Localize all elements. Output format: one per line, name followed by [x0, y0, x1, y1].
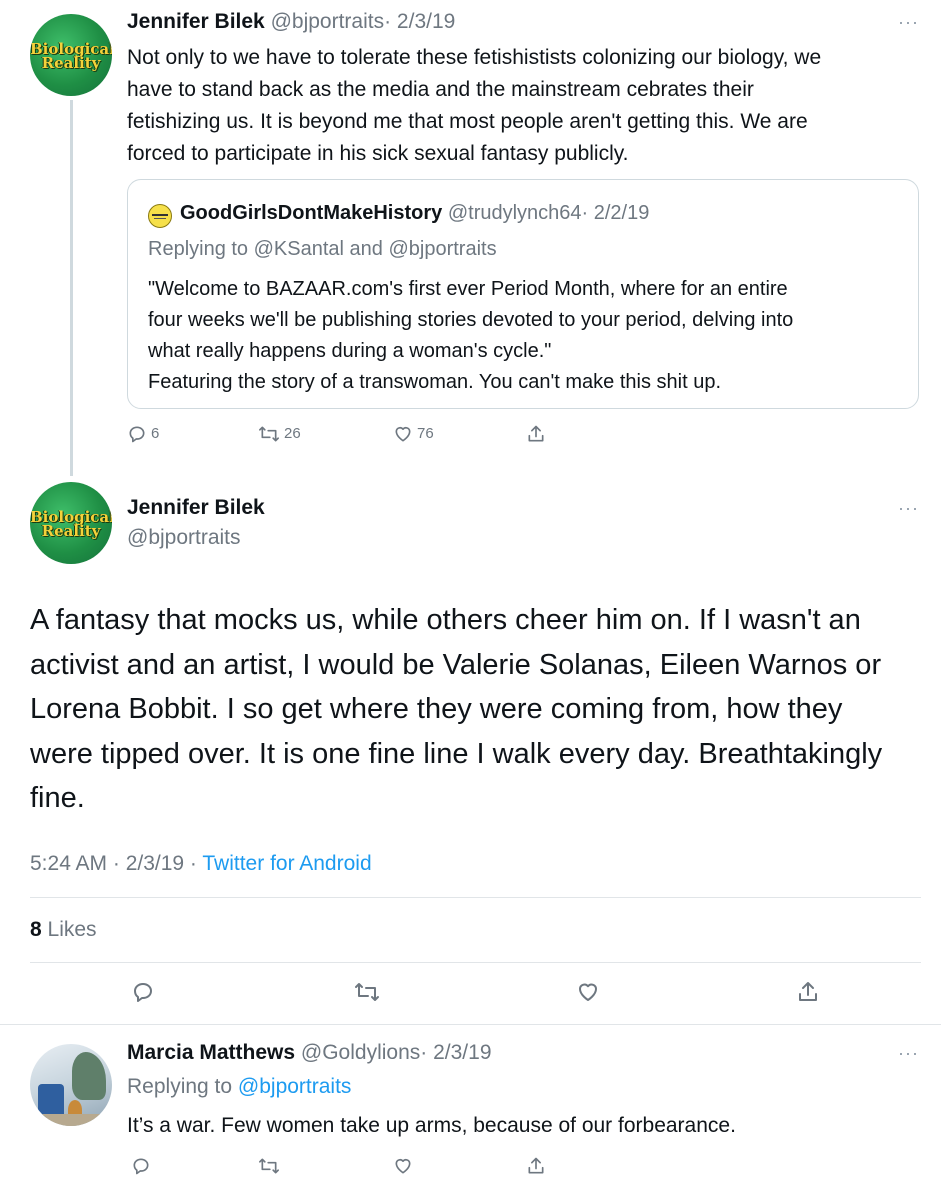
reply-icon — [133, 1158, 149, 1175]
tweet-text-line: were tipped over. It is one fine line I … — [30, 737, 883, 770]
tweet-header: Jennifer Bilek @bjportraits· 2/3/19 — [127, 10, 455, 34]
retweet-icon — [355, 983, 379, 1001]
author-name[interactable]: Jennifer Bilek — [127, 496, 265, 520]
share-icon — [799, 982, 817, 1001]
tweet-text-line: fine. — [30, 782, 85, 814]
likes-count: 8 — [30, 918, 42, 941]
quote-replying-to: Replying to @KSantal and @bjportraits — [148, 238, 497, 261]
like-action[interactable]: 76 — [393, 424, 434, 448]
author-handle[interactable]: @bjportraits — [271, 10, 385, 33]
quote-header: GoodGirlsDontMakeHistory @trudylynch64· … — [180, 202, 649, 225]
tweet-text-line: have to stand back as the media and the … — [127, 78, 754, 101]
tweet-text-line: activist and an artist, I would be Valer… — [30, 648, 882, 681]
author-handle[interactable]: @Goldylions — [301, 1041, 420, 1064]
quote-text: "Welcome to BAZAAR.com's first ever Peri… — [148, 274, 908, 398]
share-action[interactable] — [796, 980, 820, 1009]
tweet-text: Not only to we have to tolerate these fe… — [127, 42, 917, 170]
quote-tweet-card[interactable]: GoodGirlsDontMakeHistory @trudylynch64· … — [127, 179, 919, 409]
tweet-text-line: fetishizing us. It is beyond me that mos… — [127, 110, 808, 133]
reply-action[interactable] — [131, 980, 155, 1009]
reply-action[interactable] — [131, 1156, 151, 1181]
tweet-timestamp: 5:24 AM · 2/3/19 · — [30, 852, 203, 875]
tweet-text-line: A fantasy that mocks us, while others ch… — [30, 604, 861, 636]
reply-icon — [134, 983, 152, 1002]
like-action[interactable] — [393, 1156, 413, 1181]
avatar-logo-text: Reality — [41, 522, 101, 540]
likes-label: Likes — [41, 918, 97, 941]
replying-handle[interactable]: @bjportraits — [238, 1075, 352, 1098]
divider — [30, 897, 921, 898]
more-options-icon[interactable]: ··· — [898, 12, 919, 33]
more-options-icon[interactable]: ··· — [898, 498, 919, 519]
retweet-action[interactable] — [354, 980, 380, 1009]
more-options-icon[interactable]: ··· — [898, 1043, 919, 1064]
share-action[interactable] — [526, 1156, 546, 1181]
quote-author-handle: @trudylynch64 — [447, 202, 582, 224]
avatar[interactable]: Biological Reality — [30, 482, 112, 564]
author-name[interactable]: Marcia Matthews — [127, 1041, 295, 1064]
share-icon — [528, 425, 544, 442]
likes-summary[interactable]: 8 Likes — [30, 918, 97, 942]
avatar[interactable]: Biological Reality — [30, 14, 112, 96]
tweet-date[interactable]: · 2/3/19 — [384, 10, 455, 33]
author-name[interactable]: Jennifer Bilek — [127, 10, 265, 33]
retweet-action[interactable]: 26 — [258, 424, 301, 448]
retweet-action[interactable] — [258, 1156, 280, 1181]
tweet-text-line: Lorena Bobbit. I so get where they were … — [30, 693, 843, 725]
retweet-icon — [259, 426, 279, 442]
tweet-header: Marcia Matthews @Goldylions· 2/3/19 — [127, 1041, 492, 1065]
tweet-text-line: Not only to we have to tolerate these fe… — [127, 46, 822, 69]
avatar[interactable] — [30, 1044, 112, 1126]
quote-text-line: what really happens during a woman's cyc… — [148, 340, 552, 362]
reply-count: 6 — [151, 425, 160, 443]
main-tweet-text: A fantasy that mocks us, while others ch… — [30, 598, 920, 821]
author-handle[interactable]: @bjportraits — [127, 526, 241, 550]
quote-avatar — [148, 204, 172, 228]
like-action[interactable] — [576, 980, 600, 1009]
heart-icon — [395, 426, 411, 442]
thread-line — [70, 100, 73, 476]
quote-text-line: four weeks we'll be publishing stories d… — [148, 309, 794, 331]
tweet-source-link[interactable]: Twitter for Android — [202, 852, 371, 875]
reply-icon — [129, 426, 145, 443]
tweet-text-line: forced to participate in his sick sexual… — [127, 142, 629, 165]
quote-author-name: GoodGirlsDontMakeHistory — [180, 202, 443, 224]
share-action[interactable] — [526, 424, 546, 448]
like-count: 76 — [417, 425, 434, 443]
retweet-count: 26 — [284, 425, 301, 443]
reply-action[interactable]: 6 — [127, 424, 159, 448]
replying-prefix: Replying to — [127, 1075, 238, 1098]
replying-to: Replying to @bjportraits — [127, 1075, 351, 1099]
quote-text-line: Featuring the story of a transwoman. You… — [148, 371, 722, 393]
heart-icon — [579, 983, 597, 1001]
retweet-icon — [259, 1158, 279, 1174]
quote-text-line: "Welcome to BAZAAR.com's first ever Peri… — [148, 278, 788, 300]
heart-icon — [395, 1158, 411, 1174]
tweet-meta: 5:24 AM · 2/3/19 · Twitter for Android — [30, 852, 372, 876]
tweet-date[interactable]: · 2/3/19 — [420, 1041, 491, 1064]
avatar-logo-text: Reality — [41, 54, 101, 72]
share-icon — [528, 1157, 544, 1174]
replying-handles: @KSantal and @bjportraits — [253, 238, 497, 260]
divider — [0, 1024, 941, 1025]
quote-date: · 2/2/19 — [581, 202, 650, 224]
replying-prefix: Replying to — [148, 238, 254, 260]
tweet-text: It’s a war. Few women take up arms, beca… — [127, 1114, 736, 1137]
divider — [30, 962, 921, 963]
